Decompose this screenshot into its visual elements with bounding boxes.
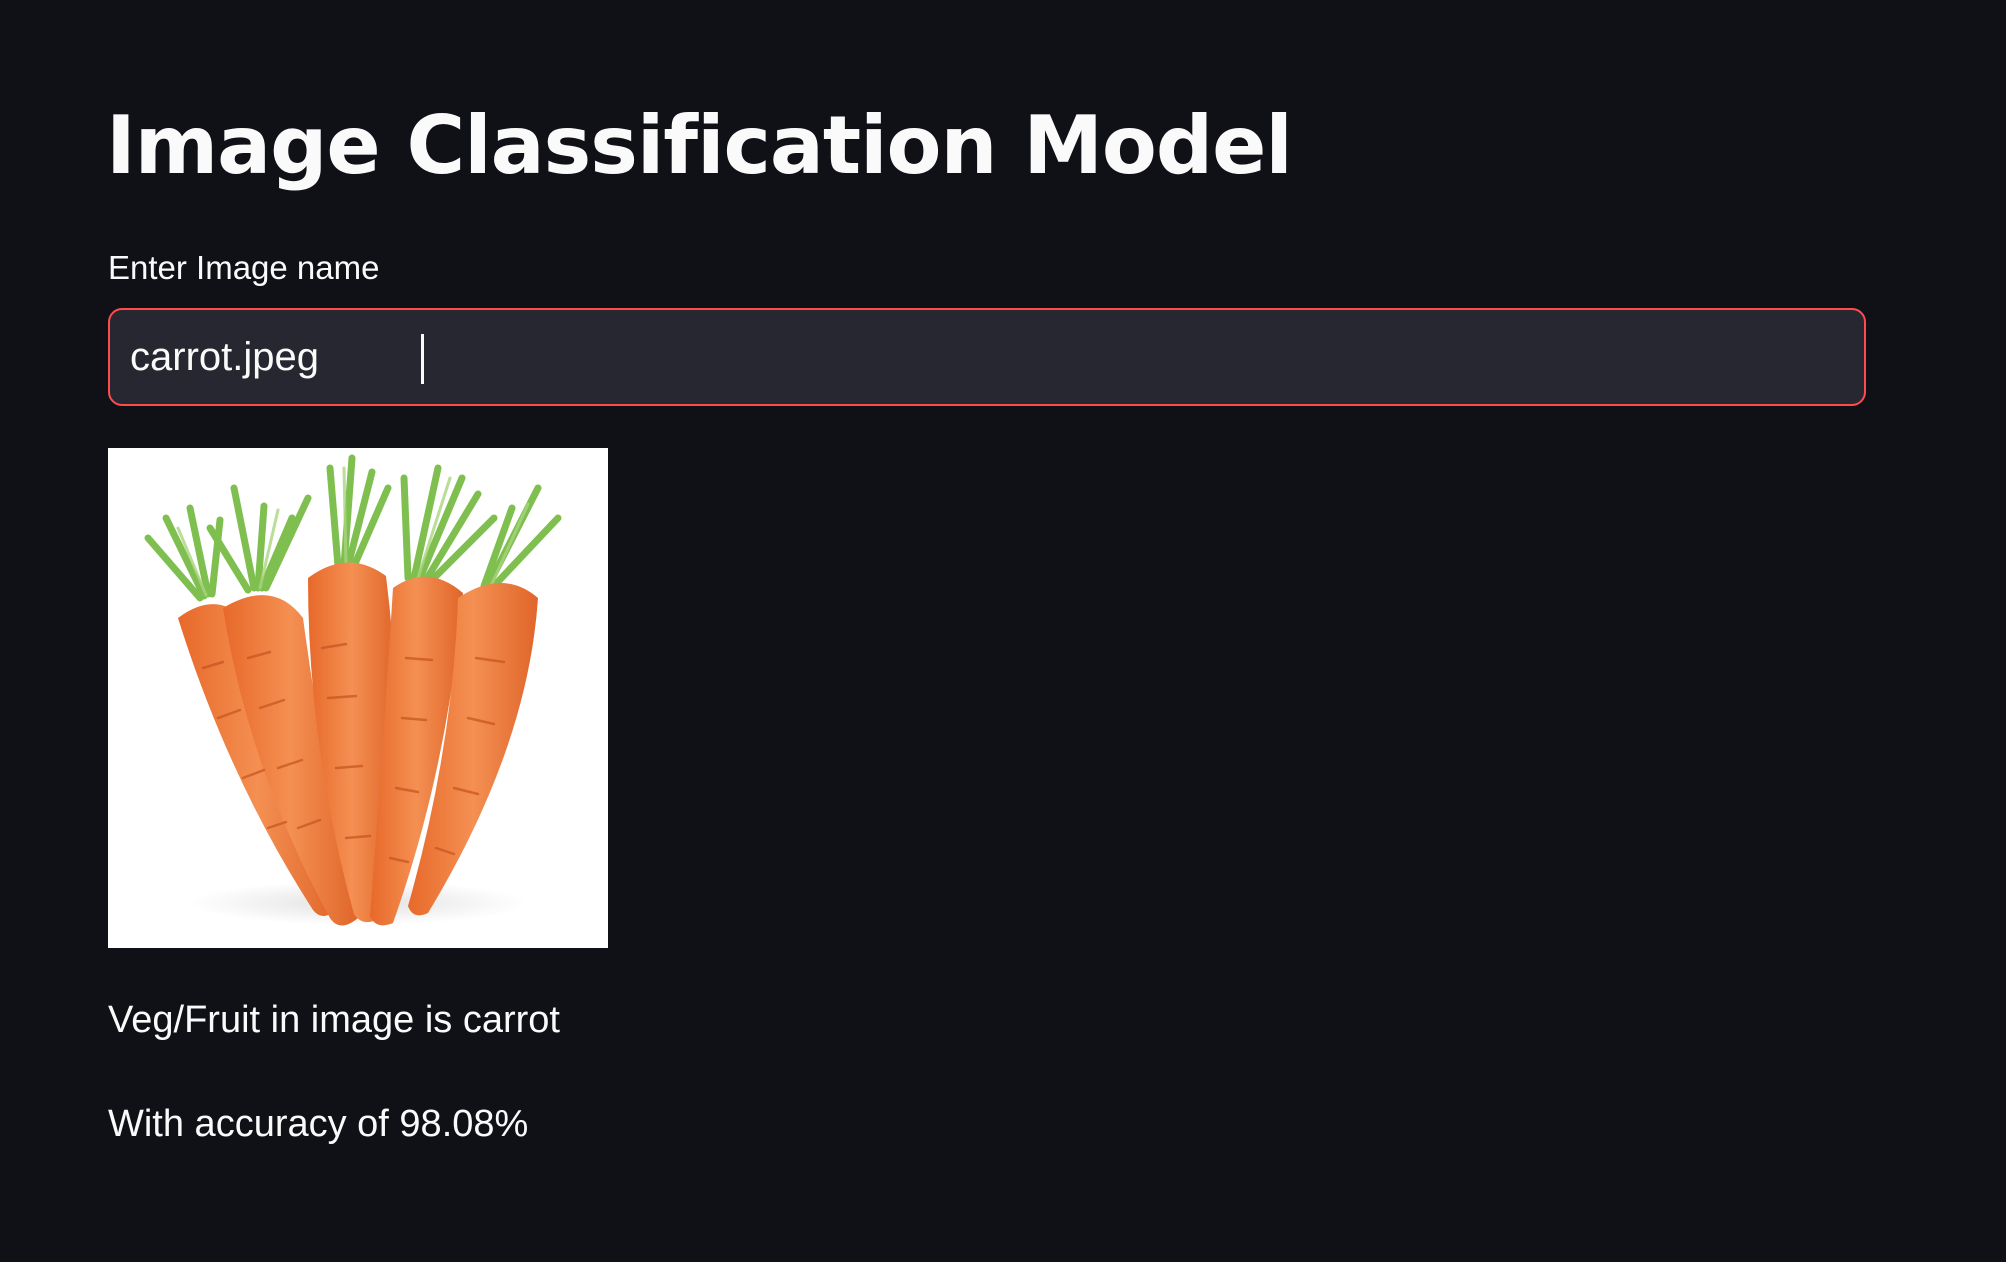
app-page: Image Classification Model Enter Image n…: [0, 0, 2006, 1262]
carrot-illustration: [108, 448, 608, 948]
image-name-input-container[interactable]: [108, 308, 1866, 406]
image-name-label: Enter Image name: [108, 249, 380, 286]
text-caret: [421, 334, 424, 384]
carrot-image: [108, 448, 608, 948]
prediction-text: Veg/Fruit in image is carrot: [108, 999, 560, 1041]
page-title: Image Classification Model: [106, 99, 1293, 192]
image-name-input[interactable]: [130, 310, 1830, 404]
accuracy-text: With accuracy of 98.08%: [108, 1103, 529, 1145]
